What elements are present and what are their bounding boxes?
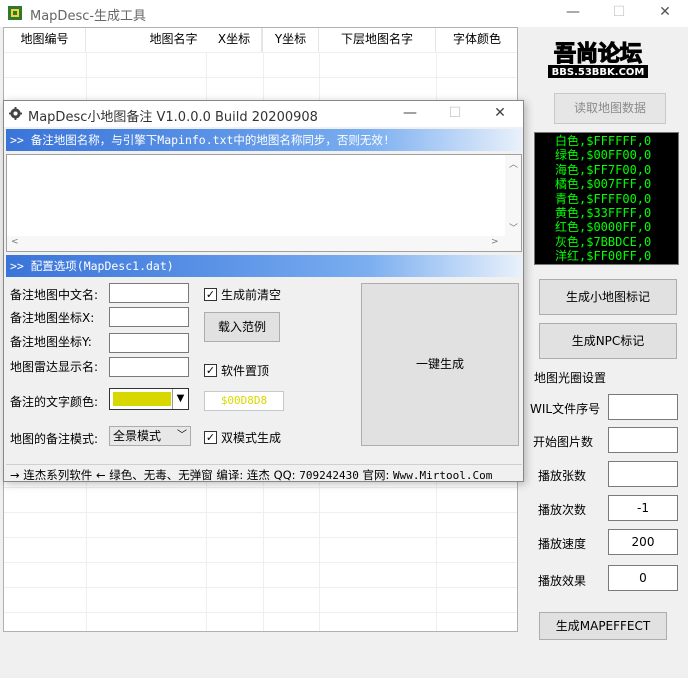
dialog-divider — [6, 464, 522, 465]
grid-header: 地图编号 地图名字 X坐标 Y坐标 下层地图名字 字体颜色 — [4, 28, 517, 52]
vertical-scrollbar[interactable]: ︿ ﹀ — [505, 155, 521, 237]
dialog-title-bar: MapDesc小地图备注 V1.0.0.0 Build 20200908 — ☐… — [4, 101, 523, 127]
repeat-count-input[interactable]: -1 — [608, 495, 678, 521]
checkmark-icon: ✓ — [204, 364, 217, 377]
grid-header-sub-map[interactable]: 下层地图名字 — [319, 28, 436, 52]
halo-section-title: 地图光圈设置 — [534, 371, 607, 385]
dual-mode-checkbox[interactable]: ✓ 双模式生成 — [204, 429, 281, 446]
play-count-label: 播放张数 — [538, 469, 587, 483]
gear-icon — [9, 107, 22, 120]
clear-before-checkbox[interactable]: ✓ 生成前清空 — [204, 286, 281, 303]
main-window-title: MapDesc-生成工具 — [30, 9, 147, 24]
color-hex-display: $00D8D8 — [204, 391, 284, 411]
color-line: 橘色,$007FFF,0 — [555, 177, 652, 192]
text-color-label: 备注的文字颜色: — [10, 395, 99, 409]
gen-mapeffect-button[interactable]: 生成MAPEFFECT — [539, 612, 667, 640]
color-line: 海色,$FF7F00,0 — [555, 162, 652, 177]
checkmark-icon: ✓ — [204, 288, 217, 301]
grid-header-map-id[interactable]: 地图编号 — [4, 28, 86, 52]
coord-x-label: 备注地图坐标X: — [10, 311, 95, 325]
wil-index-input[interactable] — [608, 394, 678, 420]
maximize-button: ☐ — [612, 4, 626, 20]
play-speed-label: 播放速度 — [538, 537, 587, 551]
svg-text:BBS.53BBK.COM: BBS.53BBK.COM — [552, 67, 645, 78]
color-line: 红色,$0000FF,0 — [555, 220, 652, 235]
map-names-textarea[interactable]: ︿ ﹀ < > — [6, 154, 522, 252]
radar-name-label: 地图雷达显示名: — [10, 360, 99, 374]
clear-before-label: 生成前清空 — [221, 288, 282, 302]
status-qq: 709242430 — [299, 469, 359, 482]
play-speed-input[interactable]: 200 — [608, 529, 678, 555]
dialog-status-bar: → 连杰系列软件 ← 绿色、无毒、无弹窗 编译: 连杰 QQ: 70924243… — [10, 467, 492, 483]
color-list: 白色,$FFFFFF,0 绿色,$00FF00,0 海色,$FF7F00,0 橘… — [534, 132, 679, 265]
cn-name-input[interactable] — [109, 283, 189, 303]
color-line: 灰色,$7BBDCE,0 — [555, 234, 652, 249]
coord-x-input[interactable] — [109, 307, 189, 327]
grid-header-y[interactable]: Y坐标 — [263, 28, 319, 52]
chevron-down-icon[interactable]: ﹀ — [177, 427, 187, 445]
mode-select-value: 全景模式 — [113, 429, 162, 443]
wil-index-label: WIL文件序号 — [530, 402, 601, 416]
text-color-select[interactable]: ▼ — [109, 388, 189, 410]
main-title-bar: MapDesc-生成工具 — ☐ ✕ — [0, 0, 688, 27]
status-site-label: 官网: — [358, 468, 394, 482]
dialog-minimize-button[interactable]: — — [388, 101, 432, 127]
coord-y-input[interactable] — [109, 333, 189, 353]
dialog-title: MapDesc小地图备注 V1.0.0.0 Build 20200908 — [28, 110, 318, 125]
scroll-down-icon[interactable]: ﹀ — [509, 221, 518, 234]
gen-npc-marker-button[interactable]: 生成NPC标记 — [539, 323, 677, 359]
app-icon — [8, 6, 22, 20]
scroll-right-icon[interactable]: > — [491, 237, 499, 247]
mode-label: 地图的备注模式: — [10, 432, 99, 446]
read-map-data-button: 读取地图数据 — [554, 93, 666, 124]
mapdesc-dialog: MapDesc小地图备注 V1.0.0.0 Build 20200908 — ☐… — [3, 100, 524, 482]
one-click-generate-button[interactable]: 一键生成 — [361, 283, 519, 446]
close-button[interactable]: ✕ — [642, 0, 688, 27]
color-swatch — [113, 392, 171, 406]
scroll-up-icon[interactable]: ︿ — [509, 157, 518, 170]
config-bar: >> 配置选项(MapDesc1.dat) — [6, 255, 522, 277]
color-line: 白色,$FFFFFF,0 — [555, 134, 652, 148]
dialog-close-button[interactable]: ✕ — [478, 101, 522, 127]
cn-name-label: 备注地图中文名: — [10, 288, 99, 302]
notice-bar: >> 备注地图名称，与引擎下Mapinfo.txt中的地图名称同步，否则无效! — [6, 129, 522, 151]
color-line: 洋红,$FF00FF,0 — [555, 249, 652, 264]
grid-header-font-color[interactable]: 字体颜色 — [436, 28, 517, 52]
gen-minimap-marker-button[interactable]: 生成小地图标记 — [539, 279, 677, 315]
checkmark-icon: ✓ — [204, 431, 217, 444]
grid-header-x[interactable]: X坐标 — [206, 28, 263, 52]
start-image-input[interactable] — [608, 427, 678, 453]
color-line: 绿色,$00FF00,0 — [555, 148, 652, 163]
color-line: 黄色,$33FFFF,0 — [555, 206, 652, 221]
start-image-label: 开始图片数 — [533, 435, 594, 449]
topmost-checkbox[interactable]: ✓ 软件置顶 — [204, 362, 269, 379]
topmost-label: 软件置顶 — [221, 364, 270, 378]
radar-name-input[interactable] — [109, 357, 189, 377]
mode-select[interactable]: 全景模式 ﹀ — [109, 426, 191, 446]
color-line: 青色,$FFFF00,0 — [555, 191, 652, 206]
status-text: → 连杰系列软件 ← 绿色、无毒、无弹窗 编译: 连杰 QQ: — [10, 468, 300, 482]
horizontal-scrollbar[interactable]: < > — [7, 236, 521, 251]
bbs-logo: 吾尚论坛 BBS.53BBK.COM — [534, 38, 662, 80]
repeat-count-label: 播放次数 — [538, 503, 587, 517]
chevron-down-icon[interactable]: ▼ — [172, 389, 188, 409]
load-sample-button[interactable]: 载入范例 — [204, 312, 280, 342]
dialog-maximize-button: ☐ — [448, 105, 462, 121]
status-site-link[interactable]: Www.Mirtool.Com — [393, 469, 492, 482]
svg-text:吾尚论坛: 吾尚论坛 — [554, 41, 642, 67]
play-effect-input[interactable]: 0 — [608, 565, 678, 591]
coord-y-label: 备注地图坐标Y: — [10, 335, 92, 349]
scroll-left-icon[interactable]: < — [11, 237, 19, 247]
play-effect-label: 播放效果 — [538, 574, 587, 588]
play-count-input[interactable] — [608, 461, 678, 487]
minimize-button[interactable]: — — [550, 0, 596, 27]
dual-mode-label: 双模式生成 — [221, 431, 282, 445]
